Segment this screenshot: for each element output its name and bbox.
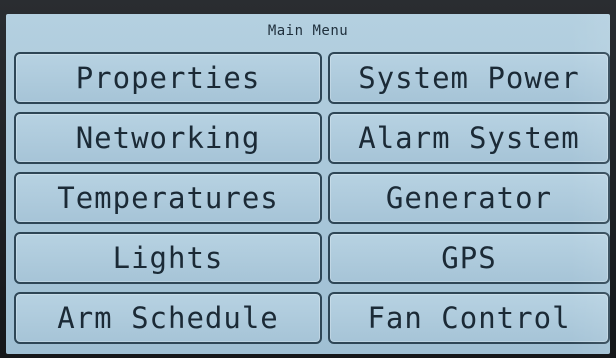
lights-button[interactable]: Lights bbox=[14, 232, 322, 284]
arm-schedule-button[interactable]: Arm Schedule bbox=[14, 292, 322, 344]
generator-button[interactable]: Generator bbox=[328, 172, 610, 224]
alarm-system-button[interactable]: Alarm System bbox=[328, 112, 610, 164]
temperatures-button[interactable]: Temperatures bbox=[14, 172, 322, 224]
properties-button[interactable]: Properties bbox=[14, 52, 322, 104]
device-bezel: Main Menu Properties System Power Networ… bbox=[0, 0, 616, 358]
page-title: Main Menu bbox=[267, 23, 349, 39]
system-power-button[interactable]: System Power bbox=[328, 52, 610, 104]
networking-button[interactable]: Networking bbox=[14, 112, 322, 164]
gps-button[interactable]: GPS bbox=[328, 232, 610, 284]
touch-screen: Main Menu Properties System Power Networ… bbox=[6, 14, 610, 354]
fan-control-button[interactable]: Fan Control bbox=[328, 292, 610, 344]
main-menu-grid: Properties System Power Networking Alarm… bbox=[14, 52, 610, 344]
